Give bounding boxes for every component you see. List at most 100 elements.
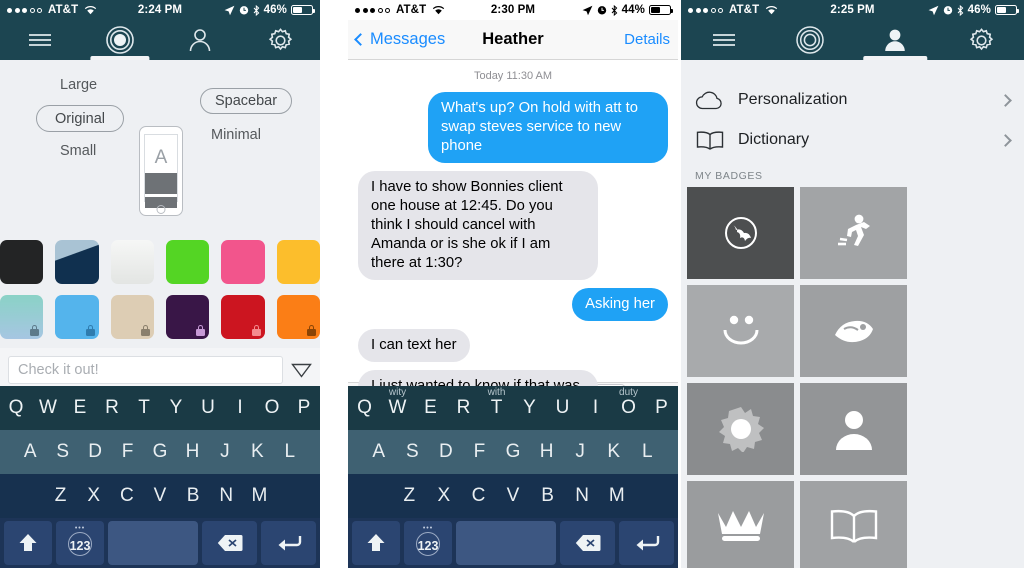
key-a[interactable]: A [14,430,46,474]
key-g[interactable]: G [496,430,530,474]
key-w[interactable]: W [32,386,64,430]
tab-settings[interactable] [240,20,320,60]
key-a[interactable]: A [362,430,396,474]
key-b[interactable]: B [177,474,210,518]
return-key[interactable] [261,521,316,565]
color-swatch-white[interactable] [110,240,154,284]
tab-theme[interactable] [80,20,160,60]
key-v[interactable]: V [496,474,531,518]
color-swatch-orange[interactable] [276,295,320,339]
prediction-w[interactable]: wity [381,388,414,398]
style-label-minimal[interactable]: Minimal [211,127,261,143]
shift-key[interactable] [4,521,52,565]
return-key[interactable] [619,521,674,565]
key-j[interactable]: J [563,430,597,474]
size-label-small[interactable]: Small [60,143,96,159]
message-bubble-sent[interactable]: What's up? On hold with att to swap stev… [428,92,673,163]
list-item-personalization[interactable]: Personalization [681,80,1024,120]
key-z[interactable]: Z [392,474,427,518]
key-b[interactable]: B [530,474,565,518]
numeric-key[interactable]: ••• 123 [56,521,104,565]
message-thread[interactable]: Today 11:30 AM What's up? On hold with a… [348,60,678,422]
key-g[interactable]: G [144,430,176,474]
key-k[interactable]: K [241,430,273,474]
key-h[interactable]: H [530,430,564,474]
key-p[interactable]: P [288,386,320,430]
key-q[interactable]: Q [348,386,381,430]
key-v[interactable]: V [143,474,176,518]
badge-bird[interactable] [800,285,907,377]
key-y[interactable]: Y [160,386,192,430]
key-i[interactable]: I [224,386,256,430]
key-k[interactable]: K [597,430,631,474]
key-d[interactable]: D [429,430,463,474]
key-c[interactable]: C [110,474,143,518]
key-u[interactable]: U [192,386,224,430]
color-swatch-deep-purple[interactable] [166,295,210,339]
key-f[interactable]: F [111,430,143,474]
badge-runner[interactable] [800,187,907,279]
try-it-input[interactable]: Check it out! [8,356,283,384]
key-p[interactable]: P [645,386,678,430]
key-m[interactable]: M [599,474,634,518]
key-q[interactable]: Q [0,386,32,430]
color-swatch-black[interactable] [0,240,44,284]
key-i[interactable]: I [579,386,612,430]
color-swatch-navy-moon[interactable] [55,240,99,284]
list-item-dictionary[interactable]: Dictionary [681,120,1024,160]
color-swatch-green[interactable] [166,240,210,284]
style-pill-spacebar[interactable]: Spacebar [200,88,292,114]
key-x[interactable]: X [427,474,462,518]
tab-profile[interactable] [160,20,240,60]
badge-book[interactable] [800,481,907,568]
color-swatch-tan[interactable] [110,295,154,339]
key-s[interactable]: S [46,430,78,474]
key-h[interactable]: H [176,430,208,474]
key-r[interactable]: R [447,386,480,430]
shift-key[interactable] [352,521,400,565]
key-n[interactable]: N [565,474,600,518]
color-swatch-mint[interactable] [0,295,44,339]
color-swatch-red[interactable] [221,295,265,339]
badge-smiley[interactable] [687,285,794,377]
size-label-large[interactable]: Large [60,77,97,93]
space-key[interactable] [456,521,556,565]
tab-menu[interactable] [681,20,767,60]
key-l[interactable]: L [274,430,306,474]
key-u[interactable]: U [546,386,579,430]
key-x[interactable]: X [77,474,110,518]
backspace-key[interactable] [560,521,615,565]
key-o[interactable]: O [256,386,288,430]
message-bubble-sent[interactable]: Asking her [572,288,673,321]
key-z[interactable]: Z [44,474,77,518]
key-j[interactable]: J [209,430,241,474]
key-e[interactable]: E [414,386,447,430]
backspace-key[interactable] [202,521,257,565]
prediction-t[interactable]: with [480,388,513,398]
key-s[interactable]: S [396,430,430,474]
key-t[interactable]: with T [480,386,513,430]
message-bubble-received[interactable]: I can text her [353,329,470,362]
chevron-down-icon[interactable] [291,363,312,378]
key-d[interactable]: D [79,430,111,474]
color-swatch-pink[interactable] [221,240,265,284]
badge-sunburst[interactable] [687,383,794,475]
numeric-key[interactable]: ••• 123 [404,521,452,565]
prediction-o[interactable]: duty [612,388,645,398]
message-bubble-received[interactable]: I have to show Bonnies client one house … [353,171,598,280]
key-r[interactable]: R [96,386,128,430]
key-n[interactable]: N [210,474,243,518]
key-o[interactable]: duty O [612,386,645,430]
color-swatch-amber[interactable] [276,240,320,284]
tab-settings[interactable] [938,20,1024,60]
key-w[interactable]: wity W [381,386,414,430]
badge-person[interactable] [800,383,907,475]
badge-globe[interactable] [687,187,794,279]
color-swatch-sky-blue[interactable] [55,295,99,339]
badge-crown[interactable] [687,481,794,568]
key-t[interactable]: T [128,386,160,430]
key-m[interactable]: M [243,474,276,518]
tab-profile[interactable] [853,20,939,60]
key-l[interactable]: L [630,430,664,474]
key-e[interactable]: E [64,386,96,430]
